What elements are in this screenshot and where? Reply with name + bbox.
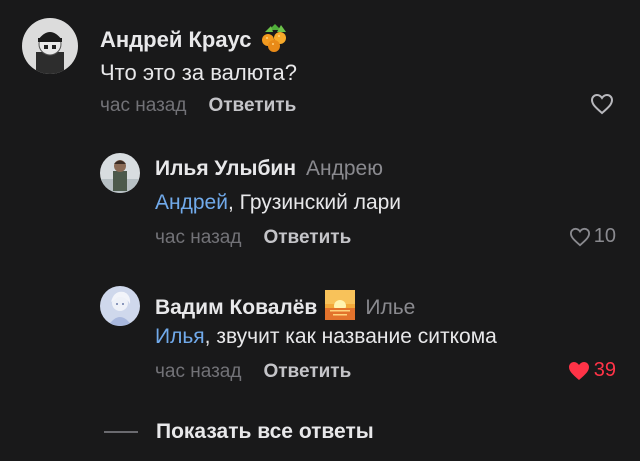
comment-header: Илья Улыбин Андрею — [155, 157, 383, 181]
comment-text: Илья, звучит как название ситкома — [155, 325, 497, 349]
divider — [104, 431, 138, 433]
like-count: 39 — [593, 359, 616, 381]
reply-button[interactable]: Ответить — [263, 361, 351, 383]
reply-button[interactable]: Ответить — [263, 227, 351, 249]
comment-meta: час назад Ответить — [155, 361, 351, 383]
comment-header: Андрей Краус — [100, 22, 291, 58]
reply-to[interactable]: Андрею — [306, 157, 383, 181]
mention-link[interactable]: Андрей — [155, 191, 228, 214]
comment-meta: час назад Ответить — [100, 95, 296, 117]
like-count: 10 — [593, 225, 616, 247]
author-name[interactable]: Андрей Краус — [100, 27, 251, 53]
timestamp: час назад — [155, 227, 242, 248]
comment-text: Андрей, Грузинский лари — [155, 191, 401, 215]
like-button[interactable] — [590, 93, 614, 115]
berries-icon — [259, 22, 291, 58]
show-all-replies-button[interactable]: Показать все ответы — [104, 420, 374, 444]
mention-link[interactable]: Илья — [155, 325, 205, 348]
timestamp: час назад — [155, 361, 242, 382]
comment-body: , Грузинский лари — [227, 191, 402, 214]
avatar[interactable] — [100, 286, 140, 326]
comment-text: Что это за валюта? — [100, 60, 298, 85]
avatar[interactable] — [100, 153, 140, 193]
heart-outline-icon — [569, 227, 590, 246]
comment-body: , звучит как название ситкома — [204, 325, 497, 348]
sunset-icon — [325, 290, 356, 326]
author-name[interactable]: Илья Улыбин — [155, 157, 296, 181]
timestamp: час назад — [100, 95, 187, 116]
heart-filled-icon — [568, 361, 589, 380]
avatar[interactable] — [22, 18, 78, 74]
comment-header: Вадим Ковалёв Илье — [155, 290, 415, 326]
reply-button[interactable]: Ответить — [208, 95, 296, 117]
like-button[interactable]: 39 — [567, 359, 616, 382]
heart-outline-icon — [590, 93, 614, 115]
reply-to[interactable]: Илье — [365, 296, 415, 320]
show-all-label: Показать все ответы — [156, 420, 374, 443]
author-name[interactable]: Вадим Ковалёв — [155, 296, 317, 320]
like-button[interactable]: 10 — [569, 225, 616, 248]
comment-meta: час назад Ответить — [155, 227, 351, 249]
